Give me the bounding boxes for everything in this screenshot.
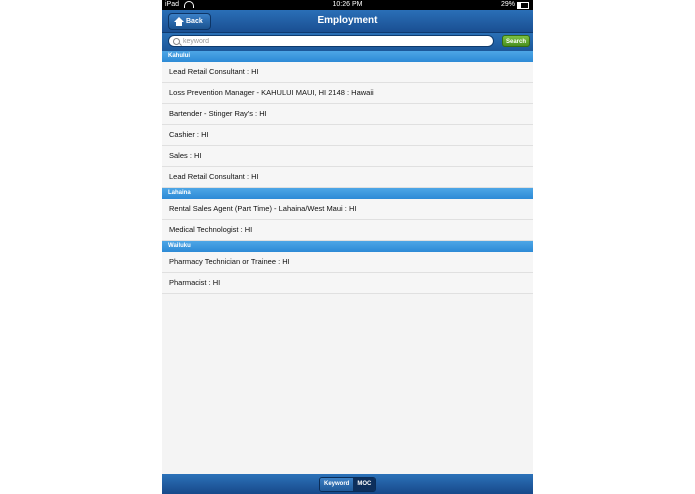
job-list-item[interactable]: Pharmacy Technician or Trainee : HI [162,252,533,273]
clock: 10:26 PM [332,1,363,8]
job-list-item[interactable]: Lead Retail Consultant : HI [162,167,533,188]
bottom-toolbar: Keyword MOC [162,474,533,494]
page-title: Employment [317,15,378,26]
job-list-item[interactable]: Cashier : HI [162,125,533,146]
status-bar: iPad 10:26 PM 29% [162,0,533,10]
search-input[interactable] [183,36,473,46]
search-mode-segmented-control: Keyword MOC [319,477,377,492]
search-field-wrapper[interactable] [168,35,494,47]
tab-moc[interactable]: MOC [353,478,376,491]
search-icon [173,37,180,45]
job-list-item[interactable]: Pharmacist : HI [162,273,533,294]
battery-group: 29% [501,0,529,10]
job-list: Kahului Lead Retail Consultant : HI Loss P… [162,51,533,294]
battery-fill [518,2,521,8]
navigation-bar: Back Employment [162,10,533,33]
job-list-item[interactable]: Lead Retail Consultant : HI [162,62,533,83]
battery-icon [517,1,529,9]
section-header: Lahaina [162,188,533,199]
job-list-item[interactable]: Bartender - Stinger Ray's : HI [162,104,533,125]
job-list-item[interactable]: Rental Sales Agent (Part Time) - Lahaina… [162,199,533,220]
tab-keyword[interactable]: Keyword [320,478,354,491]
search-bar: Search [162,33,533,51]
battery-percent: 29% [500,1,515,8]
section-header: Kahului [162,51,533,62]
job-list-item[interactable]: Medical Technologist : HI [162,220,533,241]
job-list-item[interactable]: Sales : HI [162,146,533,167]
search-button[interactable]: Search [502,35,530,47]
ipad-screen: iPad 10:26 PM 29% Back Employment Search… [162,0,533,494]
job-list-item[interactable]: Loss Prevention Manager - KAHULUI MAUI, … [162,83,533,104]
section-header: Wailuku [162,241,533,252]
